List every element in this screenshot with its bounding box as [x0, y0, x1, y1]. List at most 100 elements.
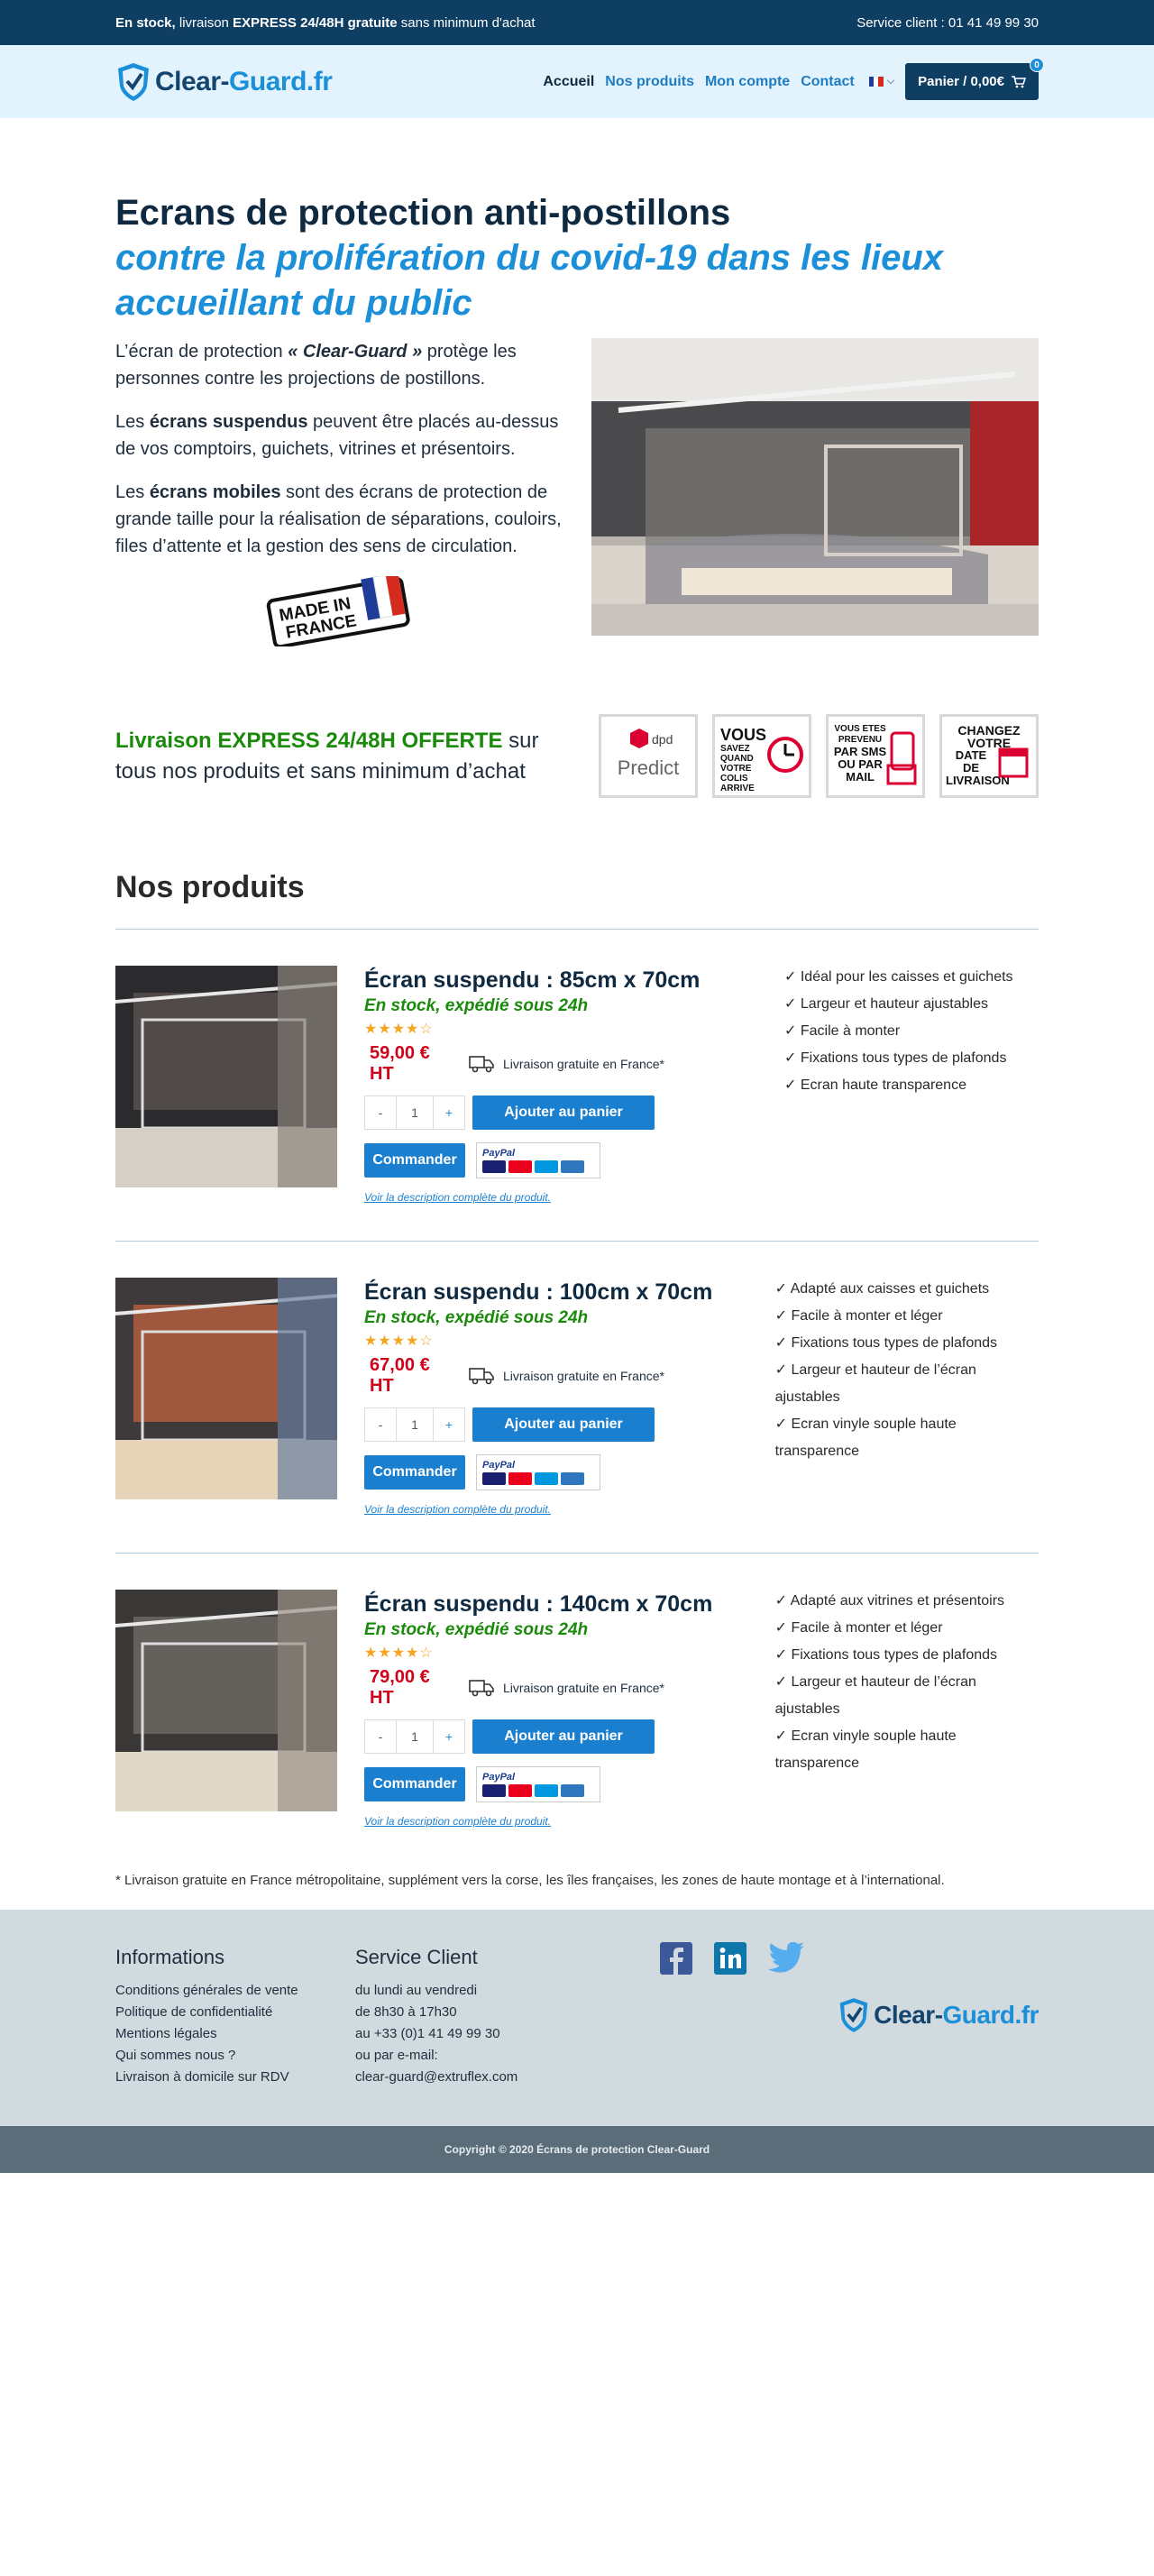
paypal-logo: PayPal: [482, 1148, 516, 1159]
sms-mail-text: PAR SMS OU PAR MAIL: [833, 744, 887, 784]
free-shipping-label: Livraison gratuite en France*: [503, 1369, 664, 1383]
payment-methods: PayPal: [476, 1142, 600, 1178]
language-selector[interactable]: ⌵: [866, 76, 894, 87]
product-image[interactable]: [114, 966, 338, 1187]
nav-mon-compte[interactable]: Mon compte: [705, 74, 790, 90]
top-bar: En stock, livraison EXPRESS 24/48H gratu…: [0, 0, 1154, 45]
add-to-cart-button[interactable]: Ajouter au panier: [472, 1719, 655, 1754]
qty-decrease-button[interactable]: -: [364, 1719, 397, 1754]
facebook-icon[interactable]: [660, 1942, 692, 1975]
changez-text: CHANGEZ VOTRE: [957, 723, 1021, 750]
product-name[interactable]: Écran suspendu : 140cm x 70cm: [364, 1590, 734, 1618]
qty-increase-button[interactable]: +: [433, 1407, 465, 1442]
nav-accueil[interactable]: Accueil: [543, 74, 594, 90]
product-description-link[interactable]: Voir la description complète du produit.: [364, 1503, 734, 1516]
footer-logo[interactable]: Clear-Guard.fr: [838, 1942, 1040, 2088]
truck-icon: [469, 1680, 494, 1697]
hero-section: Ecrans de protection anti-postillons con…: [114, 190, 1039, 1888]
hero-p2-a: Les: [115, 412, 150, 432]
amex-icon: [561, 1784, 584, 1797]
product-feature: Largeur et hauteur de l’écran ajustables: [775, 1669, 1039, 1723]
footer-info-title: Informations: [115, 1946, 225, 1968]
footer-link-mentions[interactable]: Mentions légales: [115, 2023, 355, 2045]
product-feature: Ecran haute transparence: [784, 1072, 1013, 1099]
amex-icon: [561, 1160, 584, 1173]
mastercard-icon: [508, 1160, 532, 1173]
date-livraison-text: DATE DE LIVRAISON: [946, 747, 1010, 787]
page-subtitle: contre la prolifération du covid-19 dans…: [115, 238, 944, 323]
maestro-icon: [535, 1784, 558, 1797]
express-text: EXPRESS 24/48H gratuite: [233, 14, 398, 31]
quantity-input[interactable]: 1: [397, 1095, 433, 1130]
product-description-link[interactable]: Voir la description complète du produit.: [364, 1815, 734, 1828]
site-footer: Informations Conditions générales de ven…: [0, 1910, 1154, 2126]
product-feature: Fixations tous types de plafonds: [775, 1642, 1039, 1669]
maestro-icon: [535, 1472, 558, 1485]
product-features: Idéal pour les caisses et guichetsLargeu…: [784, 964, 1013, 1190]
stock-notice: En stock, livraison EXPRESS 24/48H gratu…: [115, 15, 536, 31]
qty-decrease-button[interactable]: -: [364, 1095, 397, 1130]
stock-tail: sans minimum d'achat: [397, 14, 536, 31]
delivery-banner: Livraison EXPRESS 24/48H OFFERTE sur tou…: [115, 714, 1039, 798]
product-description-link[interactable]: Voir la description complète du produit.: [364, 1191, 743, 1204]
order-button[interactable]: Commander: [364, 1767, 465, 1801]
stock-status: En stock, expédié sous 24h: [364, 1308, 589, 1327]
product-info: Écran suspendu : 140cm x 70cm En stock, e…: [364, 1590, 734, 1828]
product-info: Écran suspendu : 85cm x 70cm En stock, ex…: [364, 966, 743, 1204]
mastercard-icon: [508, 1472, 532, 1485]
twitter-icon[interactable]: [768, 1942, 804, 1973]
site-logo[interactable]: Clear-Guard.fr: [115, 61, 333, 103]
hero-p3-a: Les: [115, 482, 150, 502]
product-image[interactable]: [114, 1278, 338, 1499]
quantity-input[interactable]: 1: [397, 1719, 433, 1754]
product-name[interactable]: Écran suspendu : 100cm x 70cm: [364, 1278, 734, 1306]
visa-icon: [482, 1784, 506, 1797]
footer-link-livraison[interactable]: Livraison à domicile sur RDV: [115, 2067, 355, 2088]
page-title: Ecrans de protection anti-postillons: [115, 193, 731, 233]
free-shipping: Livraison gratuite en France*: [469, 1055, 664, 1073]
qty-increase-button[interactable]: +: [433, 1095, 465, 1130]
nav-contact[interactable]: Contact: [801, 74, 855, 90]
free-shipping: Livraison gratuite en France*: [469, 1679, 664, 1697]
product-image[interactable]: [114, 1590, 338, 1811]
hero-paragraph-2: Les écrans suspendus peuvent être placés…: [115, 408, 566, 463]
add-to-cart-button[interactable]: Ajouter au panier: [472, 1095, 655, 1130]
product-name[interactable]: Écran suspendu : 85cm x 70cm: [364, 966, 743, 995]
add-to-cart-button[interactable]: Ajouter au panier: [472, 1407, 655, 1442]
quantity-input[interactable]: 1: [397, 1407, 433, 1442]
product-price: 67,00 € HT: [370, 1355, 430, 1396]
footer-link-confidentialite[interactable]: Politique de confidentialité: [115, 2002, 355, 2023]
french-flag-icon: [868, 77, 884, 87]
order-button[interactable]: Commander: [364, 1455, 465, 1490]
stock-status: En stock, expédié sous 24h: [364, 1620, 589, 1639]
footer-link-qui-sommes-nous[interactable]: Qui sommes nous ?: [115, 2045, 355, 2067]
dpd-logo-text: dpd: [652, 732, 673, 747]
order-button[interactable]: Commander: [364, 1143, 465, 1178]
truck-icon: [469, 1368, 494, 1385]
service-email[interactable]: clear-guard@extruflex.com: [355, 2067, 536, 2088]
linkedin-icon[interactable]: [714, 1942, 746, 1975]
product-feature: Facile à monter et léger: [775, 1615, 1039, 1642]
product-feature: Facile à monter et léger: [775, 1303, 1039, 1330]
service-phone: Service client : 01 41 49 99 30: [856, 14, 1039, 31]
hero-p1-brand: « Clear-Guard »: [288, 342, 423, 362]
cart-button[interactable]: Panier / 0,00€ 0: [905, 58, 1044, 100]
shield-logo-icon: [839, 1998, 868, 2032]
main-nav: Accueil Nos produits Mon compte Contact …: [543, 58, 1044, 100]
product-feature: Largeur et hauteur de l’écran ajustables: [775, 1357, 1039, 1411]
free-shipping-label: Livraison gratuite en France*: [503, 1681, 664, 1695]
badge-colis-arrive: VOUS SAVEZ QUAND VOTRE COLIS ARRIVE: [712, 714, 811, 798]
footer-logo-a: Clear-: [874, 2001, 943, 2029]
colis-arrive-text: SAVEZ QUAND VOTRE COLIS ARRIVE: [720, 743, 755, 793]
badge-dpd-predict: dpd Predict: [599, 714, 698, 798]
qty-decrease-button[interactable]: -: [364, 1407, 397, 1442]
hero-p1-a: L’écran de protection: [115, 342, 288, 362]
footer-logo-text: Clear-Guard.fr: [874, 2001, 1039, 2030]
qty-increase-button[interactable]: +: [433, 1719, 465, 1754]
truck-icon: [469, 1056, 494, 1073]
hero-text: L’écran de protection « Clear-Guard » pr…: [115, 338, 566, 655]
footer-informations: Informations Conditions générales de ven…: [115, 1946, 355, 2088]
footer-link-cgv[interactable]: Conditions générales de vente: [115, 1980, 355, 2002]
nav-nos-produits[interactable]: Nos produits: [605, 74, 694, 90]
delivery-bold: Livraison EXPRESS 24/48H OFFERTE: [115, 728, 503, 753]
